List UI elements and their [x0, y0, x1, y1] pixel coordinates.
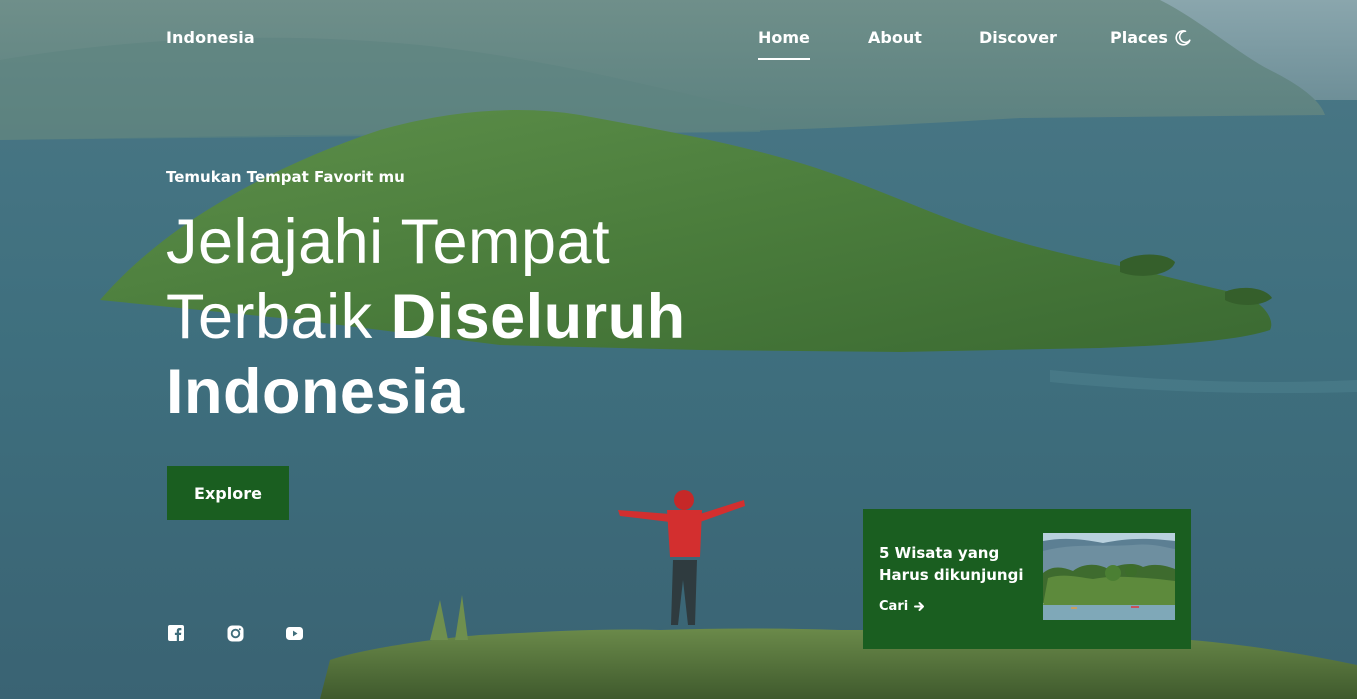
main-nav: Home About Discover Places [0, 28, 1357, 68]
card-cari-link[interactable]: Cari [879, 599, 925, 614]
nav-home[interactable]: Home [758, 28, 810, 60]
hero-headline: Jelajahi Tempat Terbaik Diseluruh Indone… [166, 205, 786, 430]
facebook-icon[interactable] [168, 625, 184, 641]
card-title: 5 Wisata yang Harus dikunjungi [879, 544, 1024, 584]
youtube-icon[interactable] [286, 625, 303, 642]
nav-about[interactable]: About [868, 28, 922, 47]
headline-bold-2: Indonesia [166, 357, 465, 427]
card-thumbnail-image [1043, 533, 1175, 620]
card-link-label: Cari [879, 599, 909, 614]
nav-discover[interactable]: Discover [979, 28, 1057, 47]
headline-line-1: Jelajahi Tempat [166, 207, 611, 277]
arrow-right-icon [914, 602, 925, 611]
moon-icon[interactable] [1174, 29, 1192, 47]
instagram-icon[interactable] [227, 625, 244, 642]
headline-line-2: Terbaik [166, 282, 391, 352]
nav-places[interactable]: Places [1110, 28, 1168, 47]
headline-bold-1: Diseluruh [390, 282, 686, 352]
featured-card[interactable]: 5 Wisata yang Harus dikunjungi Cari [863, 509, 1191, 649]
explore-button[interactable]: Explore [167, 466, 289, 520]
hero-section: Indonesia Home About Discover Places Tem… [0, 0, 1357, 699]
hero-subtitle: Temukan Tempat Favorit mu [166, 168, 405, 186]
